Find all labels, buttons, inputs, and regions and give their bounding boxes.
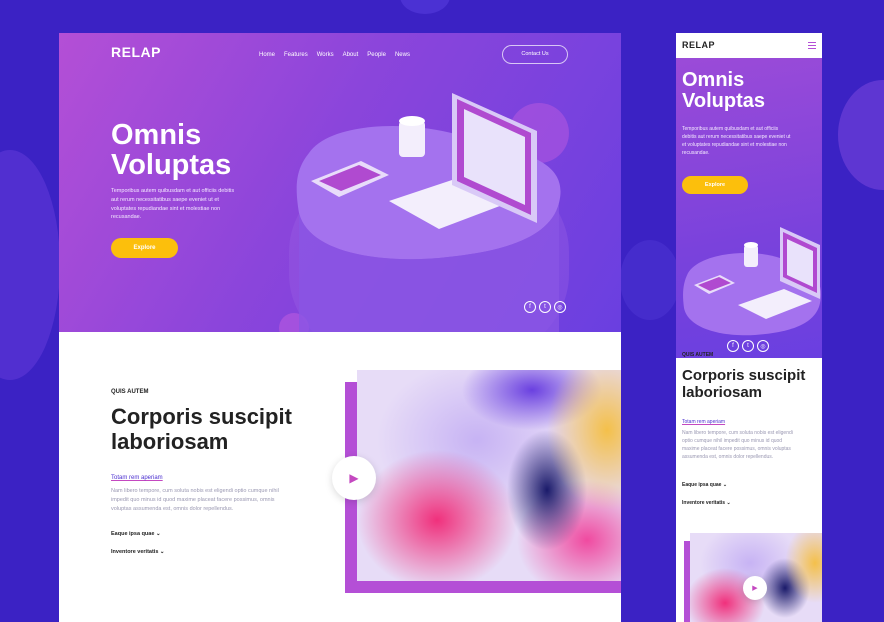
mobile-explore-button[interactable]: Explore: [682, 176, 748, 194]
nav-item-about[interactable]: About: [343, 52, 359, 58]
mobile-hero-lead-line: et voluptates repudiandae sint et molest…: [682, 142, 787, 148]
background-blob: [400, 0, 450, 14]
chevron-down-icon: ⌄: [726, 500, 731, 506]
play-icon: ▶: [752, 585, 758, 592]
mobile-social-links: f t ◎: [727, 340, 769, 352]
section-title: Corporis suscipit laboriosam: [111, 404, 292, 455]
mobile-section-body: Nam libero tempore, cum soluta nobis est…: [682, 429, 820, 461]
hero-title-line: Omnis: [111, 119, 202, 151]
section-eyebrow: QUIS AUTEM: [111, 389, 149, 395]
social-links: f t ◎: [524, 301, 566, 313]
nav-item-works[interactable]: Works: [317, 52, 334, 58]
section-body: Nam libero tempore, cum soluta nobis est…: [111, 487, 311, 513]
section-link[interactable]: Totam rem aperiam: [111, 475, 163, 481]
accordion-item[interactable]: Inventore veritatis ⌄: [111, 549, 165, 555]
accordion-item-label: Inventore veritatis: [111, 549, 159, 555]
hero-section: RELAP Home Features Works About People N…: [59, 33, 621, 332]
mobile-section-eyebrow: QUIS AUTEM: [682, 352, 714, 358]
mobile-hero-lead: Temporibus autem quibusdam et aut offici…: [682, 125, 818, 157]
cup-icon: [744, 242, 758, 267]
background-blob: [838, 80, 884, 190]
accordion-item-label: Eaque ipsa quae: [111, 531, 155, 537]
mobile-hero-lead-line: recusandae.: [682, 150, 710, 156]
twitter-icon[interactable]: t: [742, 340, 754, 352]
play-button[interactable]: ▶: [332, 456, 376, 500]
mobile-section-title: Corporis suscipit laboriosam: [682, 367, 805, 402]
mobile-mockup: RELAP Omnis Voluptas Temporibus autem qu…: [676, 33, 822, 622]
instagram-icon[interactable]: ◎: [757, 340, 769, 352]
mobile-section-title-line: Corporis suscipit: [682, 367, 806, 384]
mobile-header: RELAP: [676, 33, 822, 58]
mobile-logo[interactable]: RELAP: [682, 40, 715, 50]
mobile-hero: Omnis Voluptas Temporibus autem quibusda…: [676, 58, 822, 358]
mobile-hero-title: Omnis Voluptas: [682, 70, 765, 112]
content-section: QUIS AUTEM Corporis suscipit laboriosam …: [59, 332, 621, 622]
mobile-hero-lead-line: debitis aut rerum necessitatibus saepe e…: [682, 134, 791, 140]
play-icon: ▶: [349, 471, 359, 485]
hero-lead-line: recusandae.: [111, 214, 142, 221]
section-body-line: impedit quo minus id quod maxime placeat…: [111, 496, 275, 503]
accordion-item[interactable]: Eaque ipsa quae ⌄: [111, 531, 161, 537]
nav-item-home[interactable]: Home: [259, 52, 275, 58]
hero-lead-line: aut rerum necessitatibus saepe eveniet u…: [111, 196, 219, 203]
main-nav: Home Features Works About People News: [259, 52, 410, 58]
mobile-section-body-line: assumenda est, omnis dolor repellendus.: [682, 454, 774, 460]
hero-illustration: [296, 93, 561, 332]
section-body-line: voluptas assumenda est, omnis dolor repe…: [111, 505, 234, 512]
hero-title-line: Voluptas: [111, 149, 232, 182]
mobile-section-body-line: Nam libero tempore, cum soluta nobis est…: [682, 430, 793, 436]
mobile-play-button[interactable]: ▶: [743, 576, 767, 600]
mobile-hero-lead-line: Temporibus autem quibusdam et aut offici…: [682, 126, 779, 132]
mobile-section-link[interactable]: Totam rem aperiam: [682, 419, 725, 425]
mobile-hero-title-line: Voluptas: [682, 90, 765, 112]
mobile-section-title-line: laboriosam: [682, 384, 763, 402]
section-body-line: Nam libero tempore, cum soluta nobis est…: [111, 488, 279, 494]
facebook-icon[interactable]: f: [727, 340, 739, 352]
mobile-accordion-item[interactable]: Eaque ipsa quae ⌄: [682, 482, 727, 488]
nav-item-features[interactable]: Features: [284, 52, 308, 58]
nav-item-news[interactable]: News: [395, 52, 410, 58]
hero-lead-line: voluptates repudiandae sint et molestiae…: [111, 205, 221, 212]
accordion-item-label: Inventore veritatis: [682, 500, 726, 506]
mobile-hero-illustration: [683, 227, 821, 336]
explore-button[interactable]: Explore: [111, 238, 178, 258]
mobile-accordion-item[interactable]: Inventore veritatis ⌄: [682, 500, 731, 506]
background-blob: [620, 240, 680, 320]
section-title-line: laboriosam: [111, 429, 229, 455]
section-title-line: Corporis suscipit: [111, 404, 292, 429]
hero-title: Omnis Voluptas: [111, 120, 231, 181]
mobile-section-body-line: optio cumque nihil impedit quo minus id …: [682, 438, 783, 444]
mobile-section-body-line: maxime placeat facere possimus, omnis vo…: [682, 446, 791, 452]
chevron-down-icon: ⌄: [722, 482, 728, 488]
chevron-down-icon: ⌄: [159, 549, 165, 555]
accordion-item-label: Eaque ipsa quae: [682, 482, 722, 488]
nav-item-people[interactable]: People: [367, 52, 386, 58]
twitter-icon[interactable]: t: [539, 301, 551, 313]
site-logo[interactable]: RELAP: [111, 44, 161, 60]
hero-lead-line: Temporibus autem quibusdam et aut offici…: [111, 188, 235, 194]
video-thumbnail[interactable]: [357, 370, 621, 581]
instagram-icon[interactable]: ◎: [554, 301, 566, 313]
hamburger-icon[interactable]: [808, 42, 816, 51]
chevron-down-icon: ⌄: [155, 531, 161, 537]
facebook-icon[interactable]: f: [524, 301, 536, 313]
contact-us-button[interactable]: Contact Us: [502, 45, 568, 64]
cup-icon: [399, 116, 425, 157]
hero-lead: Temporibus autem quibusdam et aut offici…: [111, 187, 271, 222]
mobile-hero-title-line: Omnis: [682, 69, 745, 91]
background-blob: [0, 150, 60, 380]
desktop-mockup: RELAP Home Features Works About People N…: [59, 33, 621, 622]
